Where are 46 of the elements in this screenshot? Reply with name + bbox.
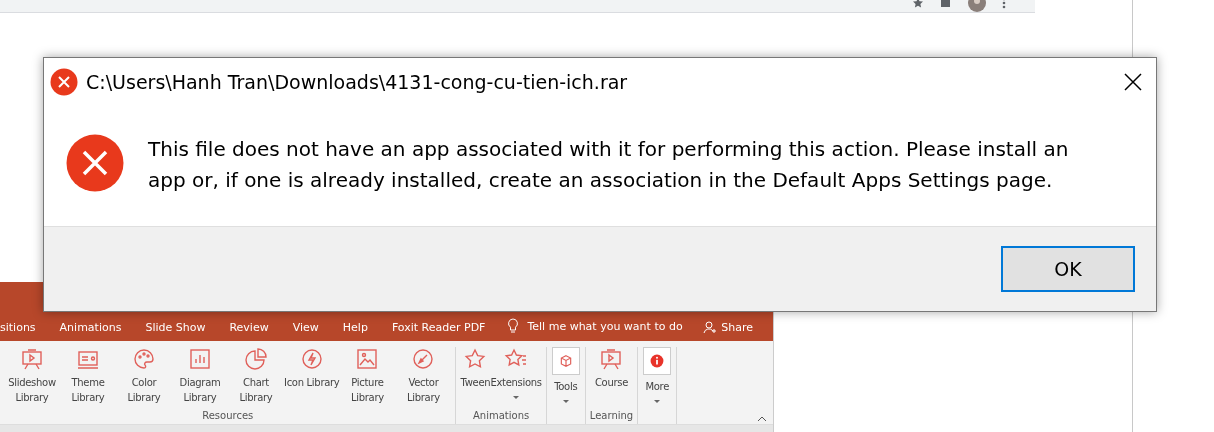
ribbon-button[interactable]: Vector Library (395, 347, 452, 410)
ribbon-button[interactable]: Icon Library (284, 347, 340, 410)
ribbon-button[interactable]: Course (594, 347, 629, 410)
person-add-icon (703, 320, 718, 334)
ribbon-tab[interactable]: Help (330, 321, 380, 334)
group-label: Resources (202, 410, 254, 423)
vector-icon (411, 347, 436, 371)
lightbulb-icon (507, 318, 520, 334)
ribbon-button[interactable]: Theme Library (60, 347, 116, 410)
star-icon[interactable] (912, 0, 924, 9)
ok-button[interactable]: OK (1001, 246, 1135, 292)
ribbon-tab[interactable]: Foxit Reader PDF (379, 321, 498, 334)
slideshow-icon (599, 347, 624, 371)
menu-icon[interactable] (1002, 0, 1006, 9)
cube-icon (551, 347, 580, 375)
close-icon[interactable] (1124, 73, 1142, 91)
ribbon-button[interactable]: Tween (460, 347, 491, 410)
ribbon-button[interactable]: Color Library (116, 347, 172, 410)
color-icon (132, 347, 156, 371)
collapse-icon[interactable] (757, 416, 767, 422)
ribbon-tab[interactable]: Animations (47, 321, 134, 334)
share-button[interactable]: Share (703, 320, 753, 334)
chart-icon (244, 347, 268, 371)
ribbon-button[interactable]: Chart Library (228, 347, 284, 410)
slideshow-icon (20, 347, 44, 371)
error-icon (50, 68, 78, 96)
ribbon-button[interactable]: Diagram Library (172, 347, 228, 410)
ribbon-button[interactable]: Slideshow Library (4, 347, 60, 410)
ribbon-button[interactable]: Tools (550, 347, 581, 410)
group-label: Learning (589, 410, 634, 423)
diagram-icon (188, 347, 212, 371)
ribbon-tab[interactable]: sitions (0, 321, 48, 334)
ribbon-button[interactable]: More (642, 347, 673, 410)
window-title: C:\Users\Hanh Tran\Downloads\4131-cong-cu-tien-ich.rar (86, 71, 628, 93)
star-icon (463, 347, 488, 371)
error-icon (66, 134, 124, 192)
info-icon (643, 347, 672, 375)
ribbon-button[interactable]: Extensions (490, 347, 542, 410)
group-label: Animations (473, 410, 530, 423)
ribbon-button[interactable]: Picture Library (339, 347, 396, 410)
error-message: This file does not have an app associated with it for performing this action. Please install an app or, if one is already installed, create an association in the Default Apps Settings page. (148, 136, 1070, 194)
search-field[interactable]: Tell me what you want to do (507, 318, 683, 334)
ribbon-tab[interactable]: Review (217, 321, 281, 334)
ribbon-tab[interactable]: View (280, 321, 331, 334)
ribbon-tab[interactable]: Slide Show (133, 321, 218, 334)
picture-icon (355, 347, 380, 371)
